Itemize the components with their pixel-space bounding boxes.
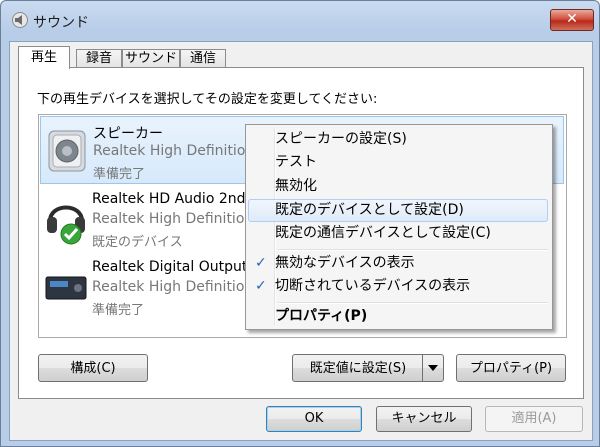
chevron-down-icon xyxy=(428,365,438,371)
menu-item-properties[interactable]: プロパティ(P) xyxy=(248,305,548,328)
menu-item-show-disconnected[interactable]: ✓ 切断されているデバイスの表示 xyxy=(248,275,548,298)
device-driver: Realtek High Definition xyxy=(93,143,255,159)
set-default-button[interactable]: 既定値に設定(S) xyxy=(292,354,444,382)
set-default-label: 既定値に設定(S) xyxy=(309,361,407,376)
ok-button[interactable]: OK xyxy=(266,406,362,432)
device-status: 準備完了 xyxy=(93,167,146,182)
device-status: 準備完了 xyxy=(92,303,145,318)
instruction-text: 下の再生デバイスを選択してその設定を変更してください: xyxy=(37,92,378,107)
tab-sounds[interactable]: サウンド xyxy=(122,49,180,68)
tab-playback[interactable]: 再生 xyxy=(18,46,70,69)
tab-recording[interactable]: 録音 xyxy=(76,49,122,68)
device-name: スピーカー xyxy=(93,126,163,142)
device-name: Realtek Digital Output xyxy=(92,259,248,275)
speaker-icon xyxy=(12,12,28,28)
menu-item-set-default-communication[interactable]: 既定の通信デバイスとして設定(C) xyxy=(248,222,548,245)
check-icon: ✓ xyxy=(255,278,267,294)
menu-item-speaker-settings[interactable]: スピーカーの設定(S) xyxy=(248,128,548,151)
menu-item-disable[interactable]: 無効化 xyxy=(248,175,548,198)
menu-separator xyxy=(278,302,548,304)
set-default-dropdown[interactable] xyxy=(422,355,443,381)
default-check-icon xyxy=(60,223,82,245)
device-status: 既定のデバイス xyxy=(92,235,183,250)
properties-button[interactable]: プロパティ(P) xyxy=(456,354,566,382)
context-menu: スピーカーの設定(S) テスト 無効化 既定のデバイスとして設定(D) 既定の通… xyxy=(245,124,553,330)
device-driver: Realtek High Definition xyxy=(92,211,254,227)
menu-item-label: 無効なデバイスの表示 xyxy=(275,255,415,271)
menu-item-show-disabled[interactable]: ✓ 無効なデバイスの表示 xyxy=(248,252,548,275)
device-driver: Realtek High Definition xyxy=(92,279,254,295)
window-title: サウンド xyxy=(33,15,89,31)
speaker-device-icon xyxy=(48,130,86,172)
menu-separator xyxy=(278,249,548,251)
title-bar[interactable]: サウンド ✕ xyxy=(1,1,599,41)
cancel-button[interactable]: キャンセル xyxy=(376,406,472,432)
apply-button[interactable]: 適用(A) xyxy=(485,406,583,432)
tab-communications[interactable]: 通信 xyxy=(180,49,226,68)
device-name: Realtek HD Audio 2nd xyxy=(92,191,246,207)
digital-output-icon xyxy=(45,276,87,300)
menu-item-set-default[interactable]: 既定のデバイスとして設定(D) xyxy=(248,199,548,222)
menu-item-test[interactable]: テスト xyxy=(248,151,548,174)
close-button[interactable]: ✕ xyxy=(550,9,594,31)
configure-button[interactable]: 構成(C) xyxy=(38,354,148,382)
check-icon: ✓ xyxy=(255,255,267,271)
menu-item-label: 切断されているデバイスの表示 xyxy=(275,278,471,294)
